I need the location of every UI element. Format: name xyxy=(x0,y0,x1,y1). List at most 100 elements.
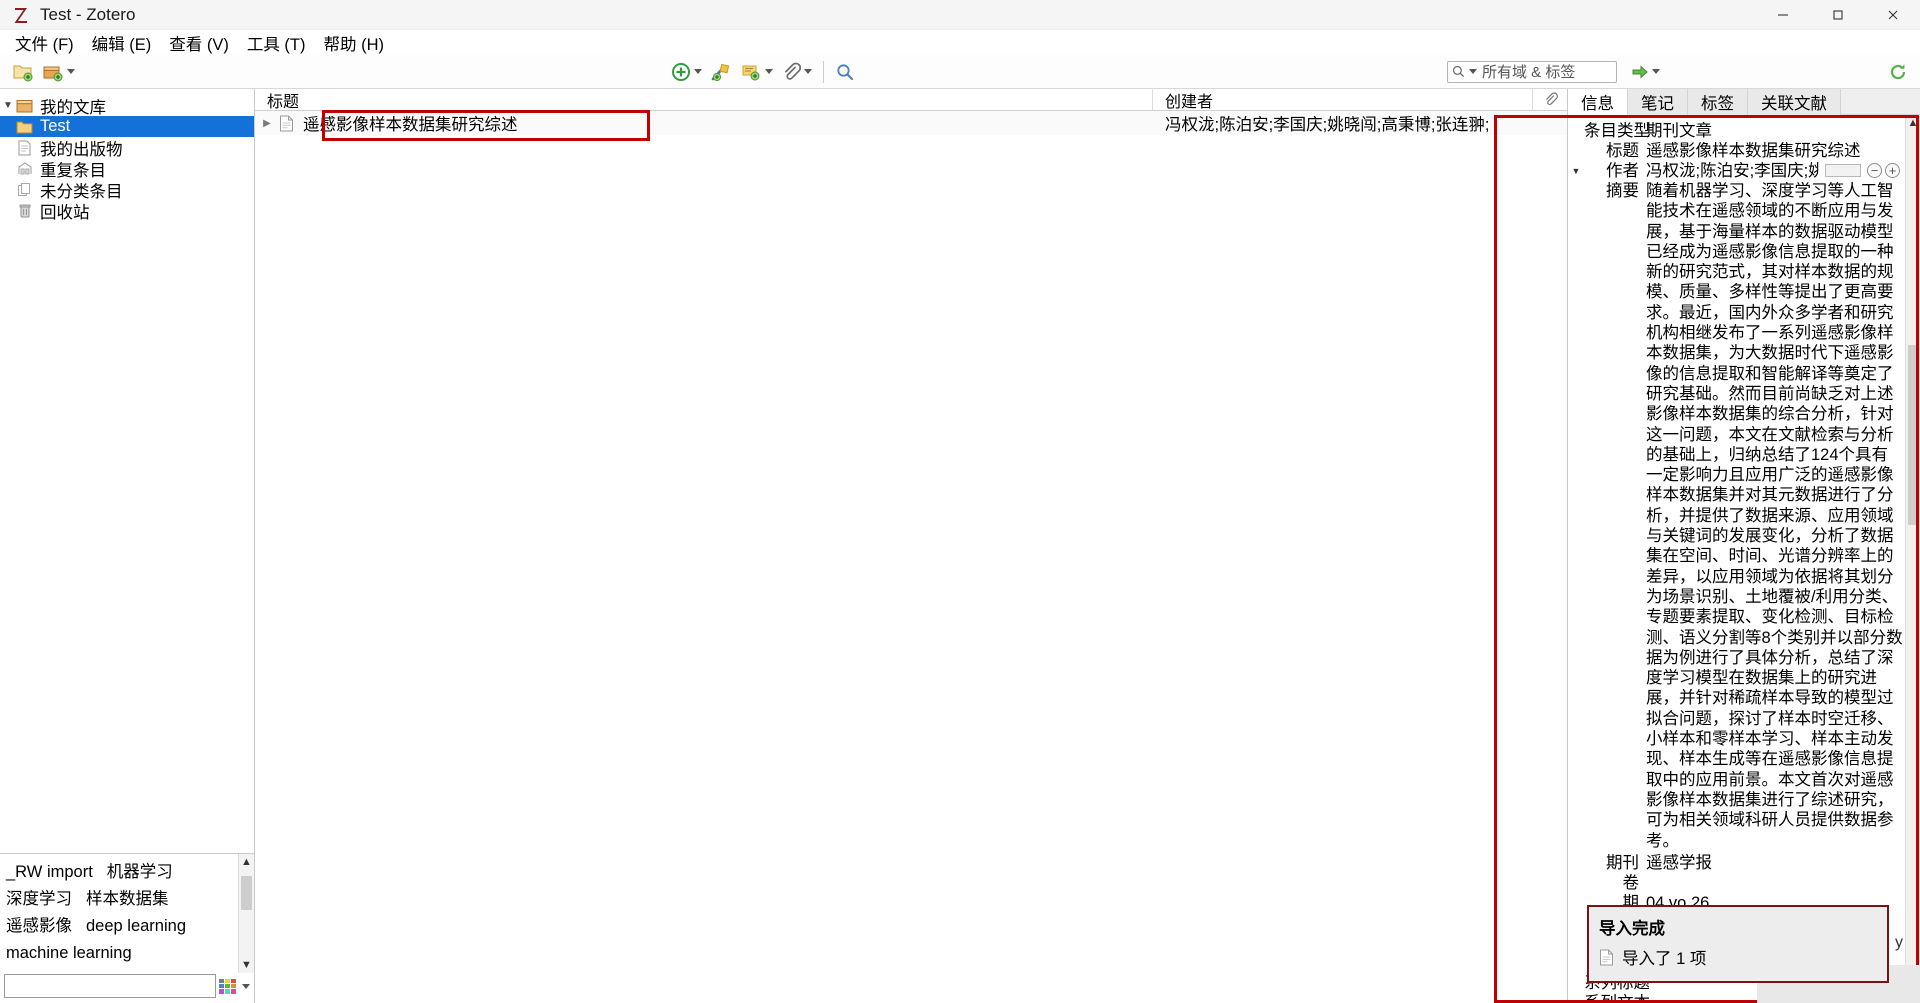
tag-item[interactable]: machine learning xyxy=(6,941,132,966)
import-complete-toast[interactable]: 导入完成 导入了 1 项 xyxy=(1587,905,1889,983)
collections-tree: ▼ 我的文库 Test 我的出版物 重复条目 未分类条目 回收站 xyxy=(0,89,254,853)
sidebar-item-label: Test xyxy=(40,117,71,135)
field-abstract[interactable]: 摘要 随着机器学习、深度学习等人工智能技术在遥感领域的不断应用与发展，基于海量样… xyxy=(1568,181,1905,851)
chevron-down-icon[interactable] xyxy=(694,69,702,74)
tag-item[interactable]: deep learning xyxy=(86,914,186,939)
scroll-down-icon[interactable]: ▼ xyxy=(241,959,252,971)
sidebar-item-trash[interactable]: 回收站 xyxy=(0,200,254,222)
menu-view[interactable]: 查看 (V) xyxy=(160,29,238,57)
scroll-up-icon[interactable]: ▲ xyxy=(241,856,252,868)
tag-item[interactable]: 深度学习 xyxy=(6,887,72,912)
sync-icon[interactable] xyxy=(1884,59,1912,85)
field-volume[interactable]: 卷 xyxy=(1568,873,1905,893)
new-note-icon[interactable] xyxy=(736,59,777,85)
toast-title: 导入完成 xyxy=(1599,920,1665,938)
items-list: ▶ 遥感影像样本数据集研究综述 冯权泷;陈泊安;李国庆;姚晓闯;高秉博;张连翀; xyxy=(255,111,1567,1003)
menu-file[interactable]: 文件 (F) xyxy=(6,29,83,57)
scroll-up-icon[interactable]: ▲ xyxy=(1908,117,1919,129)
new-library-icon[interactable] xyxy=(38,59,79,85)
search-box[interactable]: 所有域 & 标签 xyxy=(1447,60,1617,83)
search-input[interactable]: 所有域 & 标签 xyxy=(1482,61,1575,82)
chevron-down-icon[interactable] xyxy=(765,69,773,74)
tag-scrollbar[interactable]: ▲ ▼ xyxy=(238,854,254,973)
menu-help[interactable]: 帮助 (H) xyxy=(315,29,394,57)
field-author[interactable]: ▼ 作者 冯权泷;陈泊安;李国庆;姚..., (名) − + xyxy=(1568,161,1905,181)
chevron-right-icon[interactable]: ▶ xyxy=(255,118,279,129)
sidebar-item-test[interactable]: Test xyxy=(0,116,254,137)
field-value[interactable]: 遥感学报 xyxy=(1646,853,1903,873)
magic-wand-icon[interactable] xyxy=(706,59,736,85)
attachment-column-icon[interactable] xyxy=(1533,92,1567,107)
sidebar-item-my-publications[interactable]: 我的出版物 xyxy=(0,137,254,159)
remove-creator-button[interactable]: − xyxy=(1867,163,1882,178)
zotero-logo-icon xyxy=(12,6,30,24)
advanced-search-icon[interactable] xyxy=(831,59,859,85)
sidebar-item-my-library[interactable]: ▼ 我的文库 xyxy=(0,95,254,117)
date-format-hint: y xyxy=(1895,933,1903,951)
table-row[interactable]: ▶ 遥感影像样本数据集研究综述 冯权泷;陈泊安;李国庆;姚晓闯;高秉博;张连翀; xyxy=(255,111,1567,135)
creator-name-field[interactable] xyxy=(1825,164,1861,177)
tag-colors-icon[interactable] xyxy=(219,978,236,994)
maximize-button[interactable] xyxy=(1810,0,1865,30)
menu-bar: 文件 (F) 编辑 (E) 查看 (V) 工具 (T) 帮助 (H) xyxy=(0,30,1920,55)
tab-related[interactable]: 关联文献 xyxy=(1748,89,1841,115)
field-value[interactable]: 随着机器学习、深度学习等人工智能技术在遥感领域的不断应用与发展，基于海量样本的数… xyxy=(1646,181,1903,851)
field-title[interactable]: 标题 遥感影像样本数据集研究综述 xyxy=(1568,141,1905,161)
minimize-button[interactable] xyxy=(1755,0,1810,30)
paperclip-icon[interactable] xyxy=(777,59,816,85)
chevron-down-icon[interactable] xyxy=(67,69,75,74)
tab-notes[interactable]: 笔记 xyxy=(1628,89,1688,115)
field-value[interactable]: 遥感影像样本数据集研究综述 xyxy=(1646,141,1903,161)
item-details-pane: 信息 笔记 标签 关联文献 条目类型 期刊文章 标题 遥感影像样本数据集研究综述 xyxy=(1568,89,1920,1003)
menu-edit[interactable]: 编辑 (E) xyxy=(83,29,161,57)
field-label: 系列文本 xyxy=(1584,993,1650,1003)
new-item-icon[interactable] xyxy=(667,59,706,85)
tab-info[interactable]: 信息 xyxy=(1568,89,1628,115)
search-scope-chevron-icon[interactable] xyxy=(1469,69,1477,74)
menu-tools[interactable]: 工具 (T) xyxy=(238,29,315,57)
sidebar-item-label: 回收站 xyxy=(40,203,90,222)
trash-icon xyxy=(16,203,33,219)
chevron-down-icon[interactable] xyxy=(242,983,250,989)
sidebar-item-label: 我的文库 xyxy=(40,98,106,117)
field-value[interactable]: 冯权泷;陈泊安;李国庆;姚..., (名) xyxy=(1646,161,1819,181)
field-label: 条目类型 xyxy=(1584,122,1650,140)
new-collection-icon[interactable] xyxy=(8,59,38,85)
window-title: Test - Zotero xyxy=(40,4,136,24)
tag-item[interactable]: 样本数据集 xyxy=(86,887,169,912)
items-column-header: 标题 创建者 xyxy=(255,87,1567,112)
column-header-title[interactable]: 标题 xyxy=(255,87,1153,112)
imported-item-icon xyxy=(1599,949,1614,966)
field-value[interactable]: 期刊文章 xyxy=(1646,121,1903,141)
tab-filler xyxy=(1841,89,1920,115)
field-item-type[interactable]: 条目类型 期刊文章 xyxy=(1568,121,1905,141)
tag-item[interactable]: 机器学习 xyxy=(107,860,173,885)
column-header-creator[interactable]: 创建者 xyxy=(1153,87,1533,112)
sidebar-item-unfiled[interactable]: 未分类条目 xyxy=(0,179,254,201)
unfiled-icon xyxy=(16,182,33,198)
field-label: 期刊 xyxy=(1606,853,1639,872)
add-creator-button[interactable]: + xyxy=(1885,163,1900,178)
scrollbar-thumb[interactable] xyxy=(1908,345,1919,525)
tag-item[interactable]: _RW import xyxy=(6,860,93,885)
info-pane-scrollbar[interactable]: ▲ ▼ xyxy=(1905,115,1920,1003)
tag-item[interactable]: remote sensing imagery xyxy=(6,968,182,973)
close-button[interactable] xyxy=(1865,0,1920,30)
sidebar-item-duplicates[interactable]: 重复条目 xyxy=(0,158,254,180)
chevron-down-icon[interactable] xyxy=(1652,69,1660,74)
item-title: 遥感影像样本数据集研究综述 xyxy=(303,116,518,134)
chevron-down-icon[interactable]: ▼ xyxy=(1568,161,1584,181)
tag-filter-input[interactable] xyxy=(4,974,216,998)
field-label: 摘要 xyxy=(1606,182,1639,200)
tag-list: _RW import 机器学习 深度学习 样本数据集 遥感影像 deep lea… xyxy=(0,854,238,973)
chevron-down-icon[interactable]: ▼ xyxy=(0,100,16,111)
publications-icon xyxy=(16,140,33,156)
locate-arrow-icon[interactable] xyxy=(1627,59,1664,85)
tag-selector: _RW import 机器学习 深度学习 样本数据集 遥感影像 deep lea… xyxy=(0,853,254,1003)
tag-item[interactable]: 遥感影像 xyxy=(6,914,72,939)
scrollbar-thumb[interactable] xyxy=(241,876,252,910)
chevron-down-icon[interactable] xyxy=(804,69,812,74)
tab-tags[interactable]: 标签 xyxy=(1688,89,1748,115)
title-bar: Test - Zotero xyxy=(0,0,1920,30)
field-publication[interactable]: 期刊 遥感学报 xyxy=(1568,853,1905,873)
